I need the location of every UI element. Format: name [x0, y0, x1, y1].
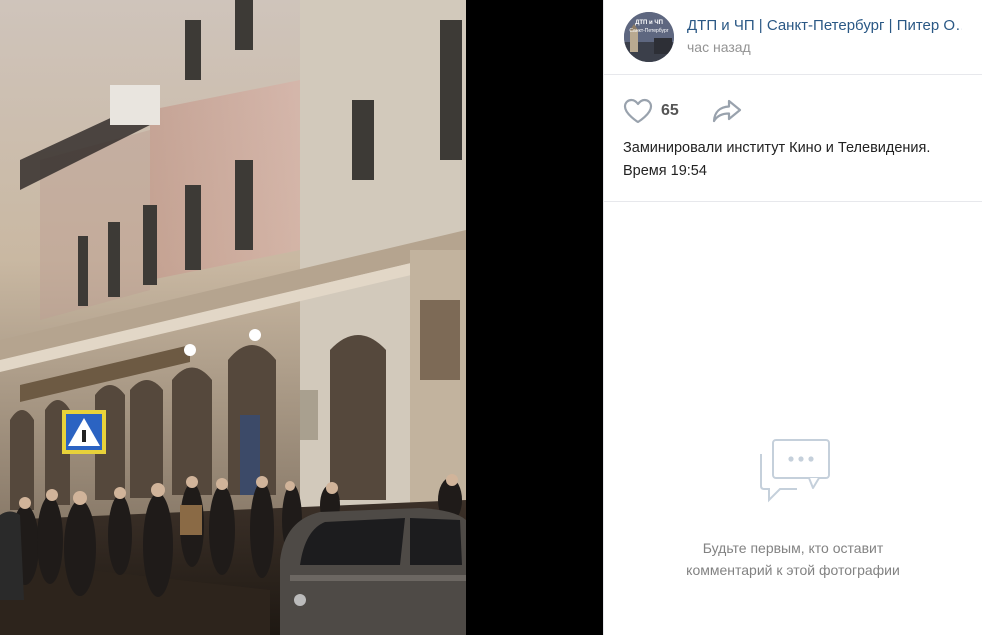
empty-text-line-1: Будьте первым, кто оставит: [702, 540, 884, 556]
photo-image: [0, 0, 466, 635]
post-actions: 65: [623, 95, 963, 127]
like-count: 65: [661, 102, 679, 119]
photo[interactable]: [0, 0, 466, 635]
info-panel: ДТП и ЧП Санкт-Петербург ДТП и ЧП | Санк…: [603, 0, 982, 635]
caption-line-1: Заминировали институт Кино и Телевидения…: [623, 140, 931, 156]
owner-name-link[interactable]: ДТП и ЧП | Санкт-Петербург | Питер Онлай…: [687, 16, 962, 36]
post-caption: Заминировали институт Кино и Телевидения…: [623, 137, 963, 183]
post-header: ДТП и ЧП Санкт-Петербург ДТП и ЧП | Санк…: [604, 0, 982, 75]
comments-empty-icon: [760, 439, 830, 503]
avatar-text-1: ДТП и ЧП: [635, 20, 663, 26]
avatar-image: ДТП и ЧП Санкт-Петербург: [624, 12, 674, 62]
avatar[interactable]: ДТП и ЧП Санкт-Петербург: [624, 12, 674, 62]
header-text: ДТП и ЧП | Санкт-Петербург | Питер Онлай…: [687, 16, 962, 58]
share-button[interactable]: [711, 98, 743, 124]
heart-icon: [623, 98, 653, 124]
empty-comments-text: Будьте первым, кто оставит комментарий к…: [604, 537, 982, 581]
photo-letterbox: [466, 0, 603, 635]
like-button[interactable]: 65: [623, 98, 679, 124]
empty-comments: Будьте первым, кто оставит комментарий к…: [604, 436, 982, 581]
photo-area[interactable]: [0, 0, 603, 635]
post-body: 65 Заминировали институт Кино и Телевиде…: [604, 75, 982, 202]
avatar-text-2: Санкт-Петербург: [629, 28, 668, 34]
caption-line-2: Время 19:54: [623, 163, 707, 179]
post-time[interactable]: час назад: [687, 36, 962, 58]
share-arrow-icon: [712, 99, 741, 123]
photo-viewer: ДТП и ЧП Санкт-Петербург ДТП и ЧП | Санк…: [0, 0, 982, 635]
empty-text-line-2: комментарий к этой фотографии: [686, 562, 900, 578]
